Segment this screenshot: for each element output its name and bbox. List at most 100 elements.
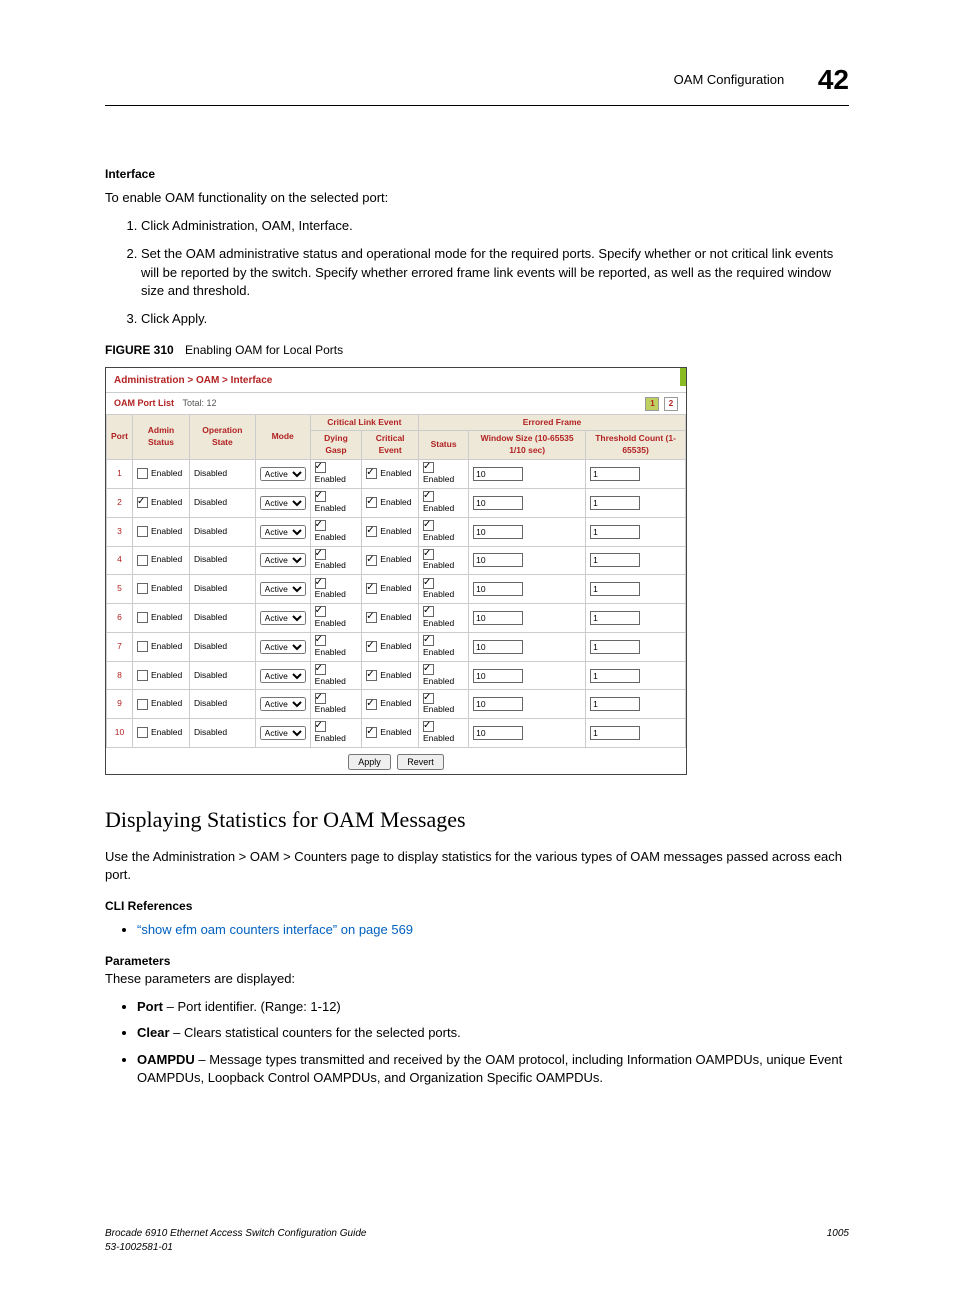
critical-event-checkbox[interactable] [366, 583, 377, 594]
col-ws: Window Size (10-65535 1/10 sec) [469, 431, 586, 460]
ef-status-checkbox[interactable] [423, 693, 434, 704]
critical-event-checkbox[interactable] [366, 555, 377, 566]
admin-checkbox[interactable] [137, 699, 148, 710]
window-size-input[interactable] [473, 467, 523, 481]
mode-select[interactable]: Active [260, 553, 306, 567]
table-row: 7EnabledDisabledActiveEnabledEnabledEnab… [107, 632, 686, 661]
dying-gasp-checkbox[interactable] [315, 491, 326, 502]
dying-gasp-checkbox[interactable] [315, 635, 326, 646]
admin-checkbox[interactable] [137, 555, 148, 566]
ef-status-checkbox[interactable] [423, 549, 434, 560]
threshold-input[interactable] [590, 553, 640, 567]
threshold-cell [586, 488, 686, 517]
window-size-input[interactable] [473, 726, 523, 740]
mode-select[interactable]: Active [260, 669, 306, 683]
window-size-input[interactable] [473, 640, 523, 654]
cli-link[interactable]: “show efm oam counters interface” on pag… [137, 922, 413, 937]
ef-status-checkbox[interactable] [423, 664, 434, 675]
window-size-cell [469, 661, 586, 690]
window-size-input[interactable] [473, 525, 523, 539]
param-port: Port – Port identifier. (Range: 1-12) [137, 998, 849, 1016]
dying-gasp-checkbox[interactable] [315, 606, 326, 617]
critical-event-cell: Enabled [362, 546, 419, 575]
revert-button[interactable]: Revert [397, 754, 444, 770]
threshold-input[interactable] [590, 697, 640, 711]
dying-gasp-checkbox[interactable] [315, 721, 326, 732]
ef-status-checkbox[interactable] [423, 462, 434, 473]
ef-status-checkbox[interactable] [423, 491, 434, 502]
critical-event-checkbox[interactable] [366, 612, 377, 623]
dying-gasp-checkbox[interactable] [315, 462, 326, 473]
window-size-cell [469, 690, 586, 719]
admin-status-cell: Enabled [133, 632, 190, 661]
threshold-input[interactable] [590, 611, 640, 625]
dying-gasp-checkbox[interactable] [315, 520, 326, 531]
critical-event-checkbox[interactable] [366, 468, 377, 479]
ef-status-checkbox[interactable] [423, 606, 434, 617]
threshold-input[interactable] [590, 525, 640, 539]
admin-checkbox[interactable] [137, 670, 148, 681]
admin-checkbox[interactable] [137, 526, 148, 537]
port-cell: 8 [107, 661, 133, 690]
admin-checkbox[interactable] [137, 583, 148, 594]
window-size-input[interactable] [473, 496, 523, 510]
threshold-input[interactable] [590, 726, 640, 740]
port-cell: 7 [107, 632, 133, 661]
mode-select[interactable]: Active [260, 697, 306, 711]
ef-status-checkbox[interactable] [423, 520, 434, 531]
table-row: 9EnabledDisabledActiveEnabledEnabledEnab… [107, 690, 686, 719]
mode-cell: Active [255, 661, 310, 690]
admin-checkbox[interactable] [137, 612, 148, 623]
mode-cell: Active [255, 604, 310, 633]
critical-event-cell: Enabled [362, 517, 419, 546]
ef-status-cell: Enabled [418, 460, 468, 489]
mode-select[interactable]: Active [260, 525, 306, 539]
window-size-input[interactable] [473, 669, 523, 683]
ef-status-checkbox[interactable] [423, 578, 434, 589]
threshold-input[interactable] [590, 669, 640, 683]
mode-select[interactable]: Active [260, 582, 306, 596]
threshold-input[interactable] [590, 467, 640, 481]
mode-select[interactable]: Active [260, 496, 306, 510]
admin-checkbox[interactable] [137, 497, 148, 508]
dying-gasp-checkbox[interactable] [315, 693, 326, 704]
param-clear-desc: – Clears statistical counters for the se… [170, 1025, 461, 1040]
dying-gasp-checkbox[interactable] [315, 664, 326, 675]
interface-steps: Click Administration, OAM, Interface. Se… [105, 217, 849, 328]
mode-select[interactable]: Active [260, 467, 306, 481]
mode-select[interactable]: Active [260, 611, 306, 625]
dying-gasp-checkbox[interactable] [315, 578, 326, 589]
window-size-input[interactable] [473, 582, 523, 596]
page-footer: Brocade 6910 Ethernet Access Switch Conf… [105, 1227, 849, 1255]
critical-event-cell: Enabled [362, 632, 419, 661]
page-header: OAM Configuration 42 [105, 60, 849, 106]
page-2-button[interactable]: 2 [664, 397, 678, 411]
critical-event-checkbox[interactable] [366, 699, 377, 710]
critical-event-cell: Enabled [362, 690, 419, 719]
ef-status-checkbox[interactable] [423, 635, 434, 646]
dying-gasp-checkbox[interactable] [315, 549, 326, 560]
mode-cell: Active [255, 719, 310, 748]
mode-select[interactable]: Active [260, 640, 306, 654]
op-state-cell: Disabled [190, 632, 256, 661]
critical-event-checkbox[interactable] [366, 727, 377, 738]
mode-select[interactable]: Active [260, 726, 306, 740]
window-size-input[interactable] [473, 611, 523, 625]
admin-checkbox[interactable] [137, 727, 148, 738]
admin-checkbox[interactable] [137, 468, 148, 479]
page-1-button[interactable]: 1 [645, 397, 659, 411]
window-size-input[interactable] [473, 553, 523, 567]
threshold-input[interactable] [590, 582, 640, 596]
admin-checkbox[interactable] [137, 641, 148, 652]
col-status: Status [418, 431, 468, 460]
critical-event-checkbox[interactable] [366, 497, 377, 508]
window-size-input[interactable] [473, 697, 523, 711]
critical-event-checkbox[interactable] [366, 526, 377, 537]
dying-gasp-cell: Enabled [310, 575, 362, 604]
critical-event-checkbox[interactable] [366, 641, 377, 652]
threshold-input[interactable] [590, 496, 640, 510]
apply-button[interactable]: Apply [348, 754, 391, 770]
ef-status-checkbox[interactable] [423, 721, 434, 732]
critical-event-checkbox[interactable] [366, 670, 377, 681]
threshold-input[interactable] [590, 640, 640, 654]
